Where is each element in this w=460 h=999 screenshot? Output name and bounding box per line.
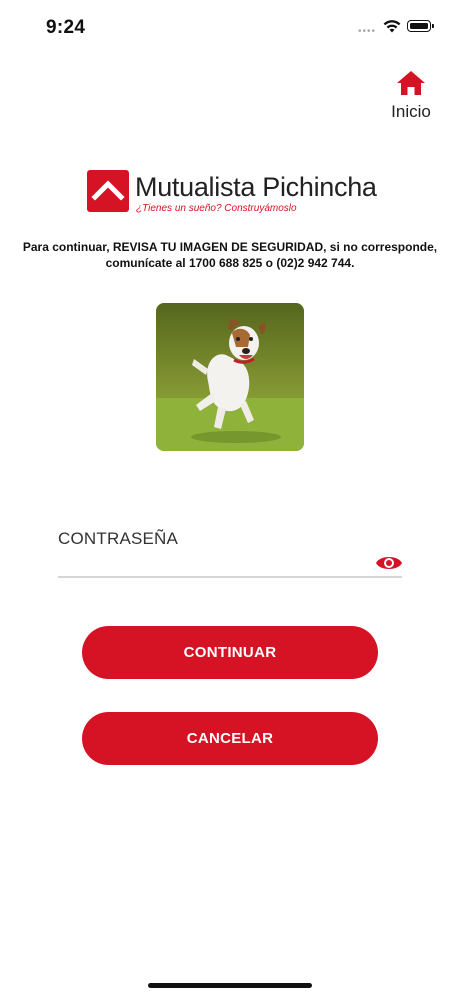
cellular-dots-icon: •••• [358, 26, 377, 37]
home-button[interactable]: Inicio [386, 70, 436, 124]
brand-name: Mutualista Pichincha [135, 172, 377, 202]
password-input[interactable] [58, 556, 372, 578]
brand-logo-mark [87, 170, 129, 212]
home-indicator [148, 983, 312, 988]
home-icon [397, 71, 425, 95]
wifi-icon [383, 20, 401, 33]
security-notice: Para continuar, REVISA TU IMAGEN DE SEGU… [22, 240, 438, 270]
cancel-button[interactable]: CANCELAR [82, 712, 378, 765]
password-underline [58, 576, 402, 578]
status-bar: 9:24 •••• [0, 0, 460, 58]
eye-icon[interactable] [375, 552, 403, 574]
battery-icon [407, 20, 434, 32]
brand-logo: Mutualista Pichincha ¿Tienes un sueño? C… [87, 168, 387, 216]
security-image [156, 303, 304, 451]
status-time: 9:24 [46, 17, 86, 38]
brand-tagline: ¿Tienes un sueño? Construyámoslo [136, 203, 297, 214]
password-label: CONTRASEÑA [58, 529, 179, 548]
continue-button[interactable]: CONTINUAR [82, 626, 378, 679]
home-label: Inicio [391, 102, 431, 121]
